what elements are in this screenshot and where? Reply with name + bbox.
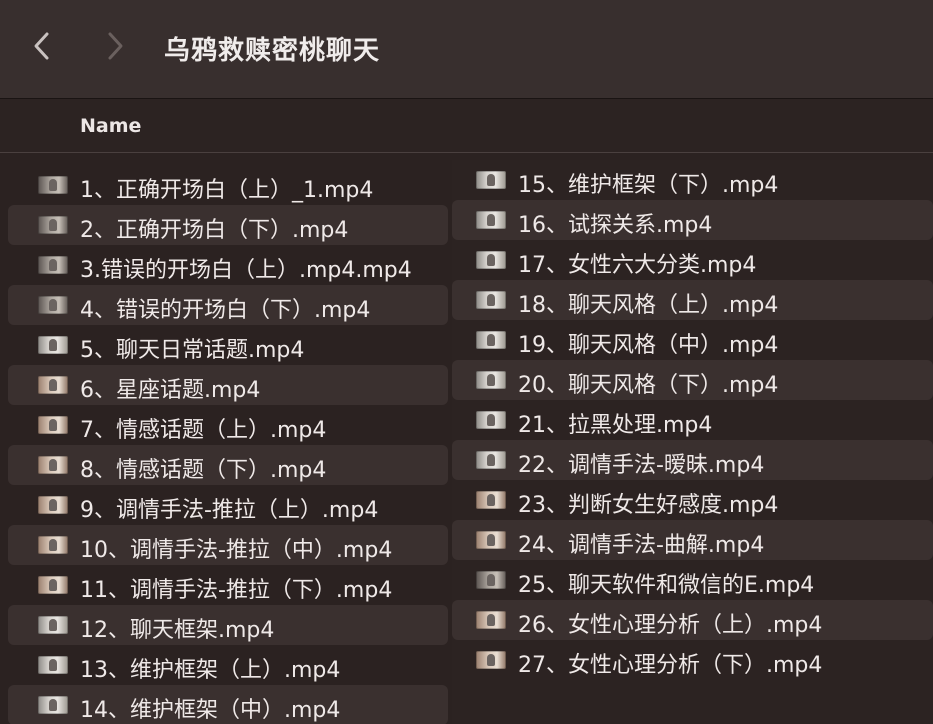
file-name: 26、女性心理分析（上）.mp4 (518, 613, 823, 638)
file-name: 15、维护框架（下）.mp4 (518, 173, 779, 198)
file-name: 7、情感话题（上）.mp4 (80, 418, 327, 443)
video-thumbnail-icon (38, 456, 68, 474)
name-column-header[interactable]: Name (80, 115, 141, 137)
window-title: 乌鸦救赎密桃聊天 (164, 36, 381, 66)
file-row[interactable]: 13、维护框架（上）.mp4 (8, 645, 448, 685)
chevron-left-icon[interactable] (28, 30, 58, 62)
file-row[interactable]: 21、拉黑处理.mp4 (452, 400, 933, 440)
file-row[interactable]: 18、聊天风格（上）.mp4 (452, 280, 933, 320)
video-thumbnail-icon (38, 216, 68, 234)
file-name: 25、聊天软件和微信的E.mp4 (518, 573, 815, 598)
file-name: 6、星座话题.mp4 (80, 378, 261, 403)
toolbar: 乌鸦救赎密桃聊天 (0, 0, 933, 99)
video-thumbnail-icon (476, 611, 506, 629)
file-row[interactable]: 17、女性六大分类.mp4 (452, 240, 933, 280)
file-name: 2、正确开场白（下）.mp4 (80, 218, 349, 243)
file-name: 9、调情手法-推拉（上）.mp4 (80, 498, 379, 523)
file-name: 13、维护框架（上）.mp4 (80, 658, 341, 683)
video-thumbnail-icon (38, 176, 68, 194)
file-name: 8、情感话题（下）.mp4 (80, 458, 327, 483)
file-row[interactable]: 23、判断女生好感度.mp4 (452, 480, 933, 520)
file-name: 27、女性心理分析（下）.mp4 (518, 653, 823, 678)
file-name: 19、聊天风格（中）.mp4 (518, 333, 779, 358)
chevron-right-icon[interactable] (100, 30, 130, 62)
video-thumbnail-icon (38, 336, 68, 354)
video-thumbnail-icon (38, 536, 68, 554)
file-row[interactable]: 20、聊天风格（下）.mp4 (452, 360, 933, 400)
file-row[interactable]: 22、调情手法-暧昧.mp4 (452, 440, 933, 480)
file-name: 14、维护框架（中）.mp4 (80, 698, 341, 723)
video-thumbnail-icon (476, 251, 506, 269)
file-name: 16、试探关系.mp4 (518, 213, 713, 238)
video-thumbnail-icon (476, 331, 506, 349)
file-row[interactable]: 5、聊天日常话题.mp4 (8, 325, 448, 365)
file-row[interactable]: 24、调情手法-曲解.mp4 (452, 520, 933, 560)
file-row[interactable]: 26、女性心理分析（上）.mp4 (452, 600, 933, 640)
video-thumbnail-icon (476, 211, 506, 229)
finder-window: 乌鸦救赎密桃聊天 Name 1、正确开场白（上）_1.mp4 2、正确开场白（下… (0, 0, 933, 724)
video-thumbnail-icon (476, 171, 506, 189)
file-name: 20、聊天风格（下）.mp4 (518, 373, 779, 398)
video-thumbnail-icon (38, 656, 68, 674)
video-thumbnail-icon (476, 451, 506, 469)
file-row[interactable]: 15、维护框架（下）.mp4 (452, 160, 933, 200)
video-thumbnail-icon (476, 411, 506, 429)
file-row[interactable]: 14、维护框架（中）.mp4 (8, 685, 448, 724)
file-row[interactable]: 4、错误的开场白（下）.mp4 (8, 285, 448, 325)
file-name: 11、调情手法-推拉（下）.mp4 (80, 578, 393, 603)
file-name: 17、女性六大分类.mp4 (518, 253, 757, 278)
file-name: 22、调情手法-暧昧.mp4 (518, 453, 765, 478)
file-row[interactable]: 10、调情手法-推拉（中）.mp4 (8, 525, 448, 565)
file-row[interactable]: 25、聊天软件和微信的E.mp4 (452, 560, 933, 600)
video-thumbnail-icon (38, 416, 68, 434)
file-name: 4、错误的开场白（下）.mp4 (80, 298, 371, 323)
file-name: 1、正确开场白（上）_1.mp4 (80, 178, 374, 203)
video-thumbnail-icon (476, 491, 506, 509)
file-row[interactable]: 8、情感话题（下）.mp4 (8, 445, 448, 485)
file-row[interactable]: 16、试探关系.mp4 (452, 200, 933, 240)
file-name: 18、聊天风格（上）.mp4 (518, 293, 779, 318)
video-thumbnail-icon (38, 496, 68, 514)
file-name: 21、拉黑处理.mp4 (518, 413, 713, 438)
file-name: 24、调情手法-曲解.mp4 (518, 533, 765, 558)
video-thumbnail-icon (38, 616, 68, 634)
video-thumbnail-icon (476, 371, 506, 389)
file-row[interactable]: 19、聊天风格（中）.mp4 (452, 320, 933, 360)
file-row[interactable]: 6、星座话题.mp4 (8, 365, 448, 405)
video-thumbnail-icon (38, 376, 68, 394)
video-thumbnail-icon (38, 696, 68, 714)
file-row[interactable]: 27、女性心理分析（下）.mp4 (452, 640, 933, 680)
video-thumbnail-icon (476, 531, 506, 549)
file-row[interactable]: 11、调情手法-推拉（下）.mp4 (8, 565, 448, 605)
video-thumbnail-icon (476, 651, 506, 669)
file-name: 23、判断女生好感度.mp4 (518, 493, 779, 518)
video-thumbnail-icon (476, 571, 506, 589)
file-name: 10、调情手法-推拉（中）.mp4 (80, 538, 393, 563)
file-row[interactable]: 9、调情手法-推拉（上）.mp4 (8, 485, 448, 525)
file-column-right: 15、维护框架（下）.mp4 16、试探关系.mp4 17、女性六大分类.mp4… (452, 160, 933, 680)
video-thumbnail-icon (38, 296, 68, 314)
file-row[interactable]: 2、正确开场白（下）.mp4 (8, 205, 448, 245)
file-name: 5、聊天日常话题.mp4 (80, 338, 305, 363)
file-row[interactable]: 3.错误的开场白（上）.mp4.mp4 (8, 245, 448, 285)
video-thumbnail-icon (38, 256, 68, 274)
file-column-left: 1、正确开场白（上）_1.mp4 2、正确开场白（下）.mp4 3.错误的开场白… (8, 165, 448, 724)
video-thumbnail-icon (476, 291, 506, 309)
column-header[interactable]: Name (0, 99, 933, 153)
file-row[interactable]: 7、情感话题（上）.mp4 (8, 405, 448, 445)
file-row[interactable]: 1、正确开场白（上）_1.mp4 (8, 165, 448, 205)
file-name: 3.错误的开场白（上）.mp4.mp4 (80, 258, 412, 283)
file-row[interactable]: 12、聊天框架.mp4 (8, 605, 448, 645)
file-list: 1、正确开场白（上）_1.mp4 2、正确开场白（下）.mp4 3.错误的开场白… (0, 153, 933, 724)
file-name: 12、聊天框架.mp4 (80, 618, 275, 643)
video-thumbnail-icon (38, 576, 68, 594)
